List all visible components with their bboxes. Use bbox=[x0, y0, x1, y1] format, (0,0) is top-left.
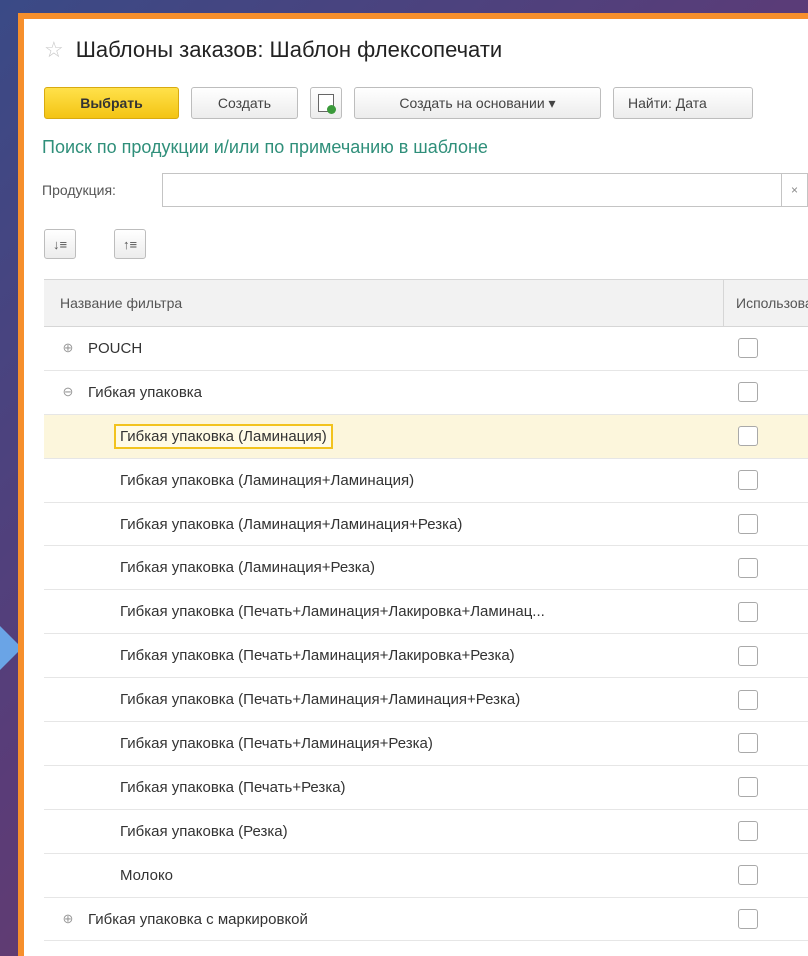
table-row[interactable]: Гибкая упаковка (Печать+Резка) bbox=[44, 766, 808, 810]
row-label: Гибкая упаковка (Печать+Ламинация+Лакиро… bbox=[120, 603, 545, 621]
table-row[interactable]: Гибкая упаковка (Ламинация+Ламинация+Рез… bbox=[44, 503, 808, 547]
find-button[interactable]: Найти: Дата bbox=[613, 87, 753, 119]
use-checkbox[interactable] bbox=[738, 514, 758, 534]
use-checkbox[interactable] bbox=[738, 777, 758, 798]
row-label: Гибкая упаковка (Ламинация) bbox=[114, 423, 333, 449]
table-row[interactable]: Гибкая упаковка (Ламинация+Ламинация) bbox=[44, 459, 808, 503]
table-row[interactable]: ⊕ Гибкая упаковка с маркировкой bbox=[44, 898, 808, 942]
table-row[interactable]: Гибкая упаковка (Резка) bbox=[44, 810, 808, 854]
filters-table: Название фильтра Использовать ⊕ POUCH ⊖ … bbox=[44, 279, 808, 942]
sort-descending-icon: ↓≡ bbox=[52, 236, 68, 252]
document-add-icon bbox=[318, 94, 336, 114]
search-hint[interactable]: Поиск по продукции и/или по примечанию в… bbox=[42, 137, 488, 158]
sort-descending-button[interactable]: ↓≡ bbox=[44, 229, 76, 259]
toolbar: Выбрать Создать Создать на основании ▾ Н… bbox=[44, 87, 765, 119]
row-label: POUCH bbox=[88, 339, 143, 357]
table-row[interactable]: Гибкая упаковка (Печать+Ламинация+Лакиро… bbox=[44, 634, 808, 679]
sort-ascending-button[interactable]: ↑≡ bbox=[114, 229, 146, 259]
window-title: Шаблоны заказов: Шаблон флексопечати bbox=[75, 37, 503, 62]
table-row[interactable]: Гибкая упаковка (Ламинация+Резка) bbox=[44, 546, 808, 591]
table-row-selected[interactable]: Гибкая упаковка (Ламинация) bbox=[44, 414, 808, 459]
use-checkbox[interactable] bbox=[738, 865, 758, 886]
column-header-use[interactable]: Использовать bbox=[724, 280, 808, 326]
table-row[interactable]: Молоко bbox=[44, 854, 808, 898]
expand-icon[interactable]: ⊕ bbox=[62, 911, 74, 927]
title-row: ☆ Шаблоны заказов: Шаблон флексопечати bbox=[44, 37, 502, 63]
table-row[interactable]: ⊖ Гибкая упаковка bbox=[44, 371, 808, 415]
use-checkbox[interactable] bbox=[738, 601, 758, 622]
expand-icon[interactable]: ⊕ bbox=[62, 340, 74, 356]
use-checkbox[interactable] bbox=[738, 821, 758, 842]
table-row[interactable]: Гибкая упаковка (Печать+Ламинация+Ламина… bbox=[44, 678, 808, 723]
use-checkbox[interactable] bbox=[738, 470, 758, 491]
use-checkbox[interactable] bbox=[738, 733, 758, 754]
window-frame: ☆ Шаблоны заказов: Шаблон флексопечати В… bbox=[18, 13, 808, 956]
copy-document-button[interactable] bbox=[310, 87, 342, 119]
row-label: Гибкая упаковка с маркировкой bbox=[88, 910, 308, 928]
collapse-icon[interactable]: ⊖ bbox=[62, 384, 74, 400]
use-checkbox[interactable] bbox=[738, 557, 758, 578]
column-header-name[interactable]: Название фильтра bbox=[44, 280, 724, 326]
create-based-on-button[interactable]: Создать на основании ▾ bbox=[354, 87, 601, 119]
table-row[interactable]: ⊕ POUCH bbox=[44, 327, 808, 371]
row-label: Гибкая упаковка (Резка) bbox=[120, 822, 288, 840]
table-row[interactable]: Гибкая упаковка (Печать+Ламинация+Резка) bbox=[44, 722, 808, 766]
row-label: Гибкая упаковка (Ламинация+Ламинация) bbox=[120, 471, 415, 489]
row-label: Гибкая упаковка (Ламинация+Резка) bbox=[120, 559, 375, 577]
sort-ascending-icon: ↑≡ bbox=[122, 236, 138, 252]
use-checkbox[interactable] bbox=[738, 645, 758, 666]
clear-icon[interactable]: × bbox=[782, 173, 808, 207]
create-button[interactable]: Создать bbox=[191, 87, 298, 119]
row-label: Гибкая упаковка (Печать+Ламинация+Ламина… bbox=[120, 691, 521, 709]
product-label: Продукция: bbox=[42, 182, 116, 198]
table-row[interactable]: Гибкая упаковка (Печать+Ламинация+Лакиро… bbox=[44, 590, 808, 635]
row-label: Гибкая упаковка bbox=[88, 383, 203, 401]
product-input[interactable] bbox=[162, 173, 782, 207]
row-label: Гибкая упаковка (Печать+Резка) bbox=[120, 778, 346, 796]
use-checkbox[interactable] bbox=[738, 382, 758, 403]
use-checkbox[interactable] bbox=[738, 338, 758, 359]
use-checkbox[interactable] bbox=[738, 426, 758, 447]
row-label: Гибкая упаковка (Печать+Ламинация+Лакиро… bbox=[120, 647, 515, 665]
templates-window: ☆ Шаблоны заказов: Шаблон флексопечати В… bbox=[24, 19, 808, 956]
row-label: Гибкая упаковка (Ламинация+Ламинация+Рез… bbox=[120, 515, 463, 533]
table-header: Название фильтра Использовать bbox=[44, 280, 808, 327]
star-icon[interactable]: ☆ bbox=[44, 39, 64, 61]
row-label: Молоко bbox=[120, 866, 174, 884]
use-checkbox[interactable] bbox=[738, 689, 758, 710]
row-label: Гибкая упаковка (Печать+Ламинация+Резка) bbox=[120, 734, 433, 752]
use-checkbox[interactable] bbox=[738, 909, 758, 930]
select-button[interactable]: Выбрать bbox=[44, 87, 179, 119]
